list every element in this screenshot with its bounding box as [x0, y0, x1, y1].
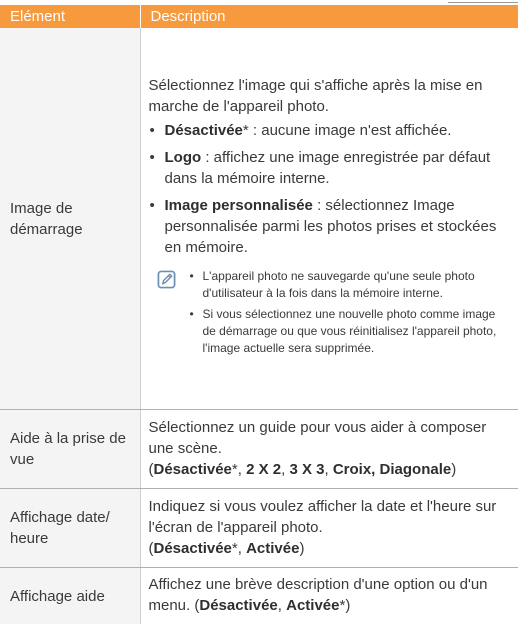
row-description: Sélectionnez un guide pour vous aider à …	[140, 410, 518, 489]
settings-table: Elément Description Image de démarrage S…	[0, 5, 518, 624]
value-option: 2 X 2	[246, 461, 281, 478]
option-item: Désactivée* : aucune image n'est affiché…	[149, 120, 511, 141]
option-text: : aucune image n'est affichée.	[249, 122, 452, 139]
note-list: L'appareil photo ne sauvegarde qu'une se…	[190, 268, 511, 361]
value-option: Désactivée	[199, 597, 277, 614]
description-text: Indiquez si vous voulez afficher la date…	[149, 498, 497, 536]
paren-close: )	[299, 540, 304, 557]
option-text: : affichez une image enregistrée par déf…	[165, 149, 491, 187]
note-box: L'appareil photo ne sauvegarde qu'une se…	[157, 268, 511, 361]
option-item: Image personnalisée : sélectionnez Image…	[149, 195, 511, 258]
option-item: Logo : affichez une image enregistrée pa…	[149, 147, 511, 189]
separator: ,	[238, 461, 246, 478]
separator: ,	[278, 597, 286, 614]
paren-close: )	[451, 461, 456, 478]
table-row: Affichage date/ heure Indiquez si vous v…	[0, 489, 518, 568]
note-item: L'appareil photo ne sauvegarde qu'une se…	[190, 268, 511, 302]
row-label: Image de démarrage	[0, 28, 140, 410]
description-text: Sélectionnez un guide pour vous aider à …	[149, 419, 487, 457]
row-description: Sélectionnez l'image qui s'affiche après…	[140, 28, 518, 410]
header-element: Elément	[0, 5, 140, 28]
value-option: Désactivée	[154, 540, 232, 557]
value-option: Croix, Diagonale	[333, 461, 451, 478]
separator: ,	[325, 461, 333, 478]
value-option: Activée	[286, 597, 339, 614]
top-rule	[448, 2, 518, 3]
row-description: Affichez une brève description d'une opt…	[140, 568, 518, 624]
paren-close: )	[345, 597, 350, 614]
value-option: Désactivée	[154, 461, 232, 478]
note-item: Si vous sélectionnez une nouvelle photo …	[190, 306, 511, 357]
separator: ,	[238, 540, 246, 557]
option-list: Désactivée* : aucune image n'est affiché…	[149, 120, 511, 258]
description-intro: Sélectionnez l'image qui s'affiche après…	[149, 75, 511, 117]
table-row: Affichage aide Affichez une brève descri…	[0, 568, 518, 624]
value-option: Activée	[246, 540, 299, 557]
row-description: Indiquez si vous voulez afficher la date…	[140, 489, 518, 568]
option-name: Image personnalisée	[165, 197, 313, 214]
row-label: Aide à la prise de vue	[0, 410, 140, 489]
value-option: 3 X 3	[289, 461, 324, 478]
table-row: Aide à la prise de vue Sélectionnez un g…	[0, 410, 518, 489]
option-name: Logo	[165, 149, 202, 166]
row-label: Affichage aide	[0, 568, 140, 624]
header-description: Description	[140, 5, 518, 28]
table-row: Image de démarrage Sélectionnez l'image …	[0, 28, 518, 410]
option-name: Désactivée	[165, 122, 243, 139]
table-header-row: Elément Description	[0, 5, 518, 28]
row-label: Affichage date/ heure	[0, 489, 140, 568]
note-pencil-icon	[157, 270, 176, 289]
